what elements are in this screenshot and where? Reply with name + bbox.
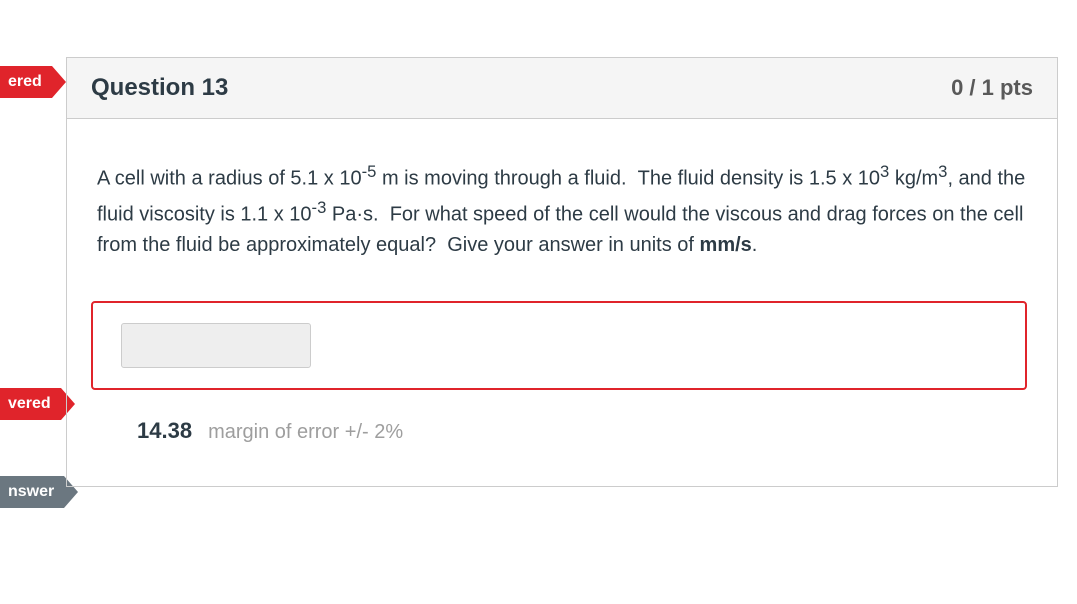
tag-label: ered	[8, 73, 42, 91]
tag-arrow-icon	[52, 66, 66, 98]
correct-answer-row: 14.38 margin of error +/- 2%	[137, 418, 1027, 444]
question-text: A cell with a radius of 5.1 x 10-5 m is …	[97, 159, 1027, 261]
margin-of-error: margin of error +/- 2%	[208, 421, 403, 444]
status-tag-answer: nswer	[0, 476, 64, 508]
question-card: Question 13 0 / 1 pts A cell with a radi…	[66, 57, 1058, 487]
tag-label: vered	[8, 395, 51, 413]
question-points: 0 / 1 pts	[951, 75, 1033, 101]
status-tag-unanswered-mid: vered	[0, 388, 61, 420]
question-title: Question 13	[91, 74, 228, 102]
status-tag-unanswered-top: ered	[0, 66, 52, 98]
correct-answer-value: 14.38	[137, 418, 192, 444]
tag-label: nswer	[8, 483, 54, 501]
answer-input[interactable]	[121, 323, 311, 368]
question-header: Question 13 0 / 1 pts	[67, 58, 1057, 119]
user-answer-container	[91, 301, 1027, 390]
question-body: A cell with a radius of 5.1 x 10-5 m is …	[67, 119, 1057, 486]
